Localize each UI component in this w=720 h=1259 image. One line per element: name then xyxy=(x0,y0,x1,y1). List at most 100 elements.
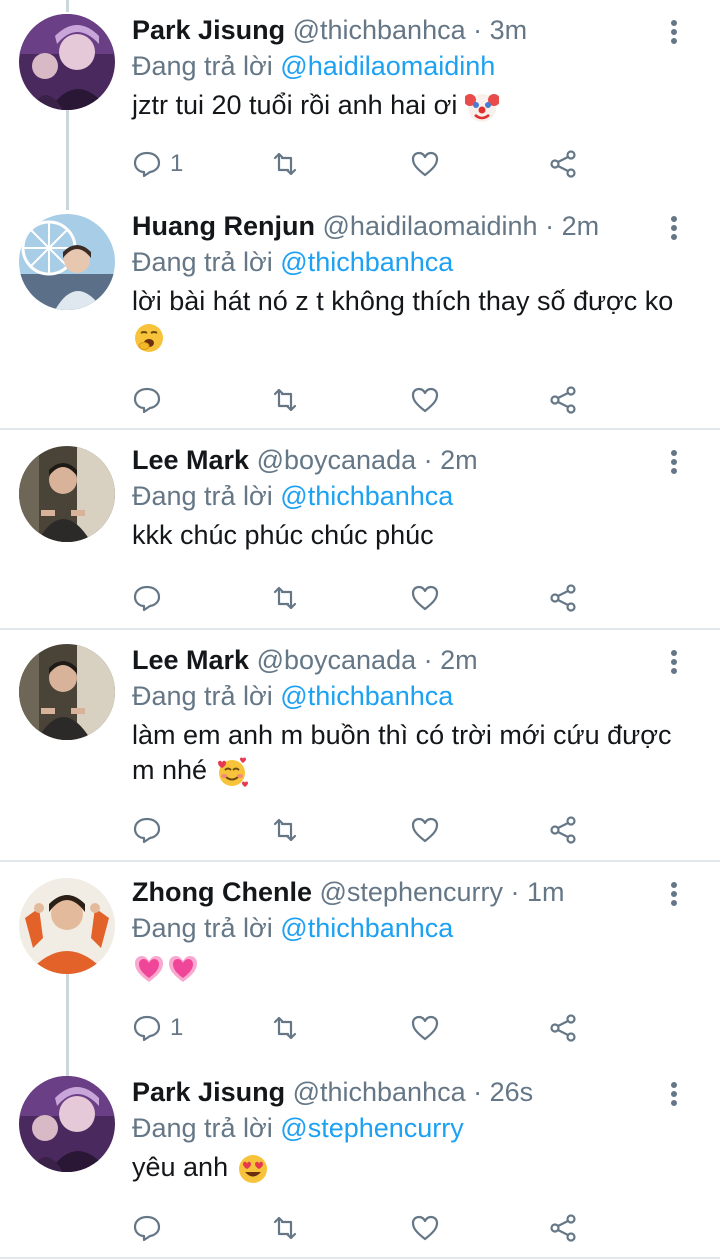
share-button[interactable] xyxy=(548,382,578,418)
tweet-header: Zhong Chenle @stephencurry · 1m xyxy=(132,874,565,910)
display-name[interactable]: Lee Mark xyxy=(132,445,249,475)
tweet-text: kkk chúc phúc chúc phúc xyxy=(132,518,692,553)
separator-dot: · xyxy=(423,645,433,675)
retweet-button[interactable] xyxy=(270,1210,300,1246)
purple-portrait-avatar-icon xyxy=(19,1076,115,1172)
timestamp[interactable]: 1m xyxy=(527,877,565,907)
growing-heart-icon xyxy=(135,955,163,982)
tweet-actions xyxy=(132,382,592,418)
share-icon xyxy=(550,1014,576,1042)
display-name[interactable]: Huang Renjun xyxy=(132,211,315,241)
tweet[interactable]: Park Jisung @thichbanhca · 26s Đang trả … xyxy=(0,1062,720,1259)
share-button[interactable] xyxy=(548,1010,578,1046)
reply-button[interactable]: 1 xyxy=(132,146,183,182)
replying-to-link[interactable]: @stephencurry xyxy=(280,1113,464,1143)
avatar[interactable] xyxy=(19,446,115,542)
reply-icon xyxy=(133,387,161,414)
retweet-icon xyxy=(273,586,297,610)
display-name[interactable]: Park Jisung xyxy=(132,1077,285,1107)
retweet-icon xyxy=(273,1216,297,1240)
purple-portrait-avatar-icon xyxy=(19,14,115,110)
reply-icon xyxy=(133,585,161,612)
retweet-button[interactable] xyxy=(270,382,300,418)
heart-icon xyxy=(411,151,439,177)
replying-to-link[interactable]: @thichbanhca xyxy=(280,247,453,277)
like-button[interactable] xyxy=(410,1210,440,1246)
share-button[interactable] xyxy=(548,580,578,616)
more-options-icon[interactable] xyxy=(668,882,680,910)
like-button[interactable] xyxy=(410,1010,440,1046)
orange-sweater-portrait-avatar-icon xyxy=(19,878,115,974)
display-name[interactable]: Lee Mark xyxy=(132,645,249,675)
timestamp[interactable]: 2m xyxy=(440,645,478,675)
ferris-wheel-portrait-avatar-icon xyxy=(19,214,115,310)
tweet[interactable]: Huang Renjun @haidilaomaidinh · 2m Đang … xyxy=(0,196,720,430)
retweet-icon xyxy=(273,818,297,842)
tweet-text-content: làm em anh m buồn thì có trời mới cứu đư… xyxy=(132,720,672,785)
like-button[interactable] xyxy=(410,580,440,616)
clown-face-icon xyxy=(464,93,499,122)
more-options-icon[interactable] xyxy=(668,216,680,244)
like-button[interactable] xyxy=(410,146,440,182)
tweet[interactable]: Zhong Chenle @stephencurry · 1m Đang trả… xyxy=(0,862,720,1062)
display-name[interactable]: Park Jisung xyxy=(132,15,285,45)
reply-icon xyxy=(133,151,161,178)
share-button[interactable] xyxy=(548,812,578,848)
tweet[interactable]: Lee Mark @boycanada · 2m Đang trả lời @t… xyxy=(0,630,720,862)
replying-to-link[interactable]: @thichbanhca xyxy=(280,681,453,711)
heart-icon xyxy=(411,1015,439,1041)
growing-heart-icon xyxy=(169,955,197,982)
reply-button[interactable] xyxy=(132,580,170,616)
reply-count: 1 xyxy=(170,1014,184,1041)
retweet-button[interactable] xyxy=(270,812,300,848)
more-options-icon[interactable] xyxy=(668,450,680,478)
user-handle[interactable]: @boycanada xyxy=(257,645,417,675)
retweet-button[interactable] xyxy=(270,146,300,182)
replying-to: Đang trả lời @thichbanhca xyxy=(132,678,453,714)
user-handle[interactable]: @thichbanhca xyxy=(293,15,466,45)
reply-icon xyxy=(133,1015,161,1042)
share-icon xyxy=(550,150,576,178)
share-button[interactable] xyxy=(548,146,578,182)
tweet[interactable]: Lee Mark @boycanada · 2m Đang trả lời @t… xyxy=(0,430,720,630)
avatar[interactable] xyxy=(19,644,115,740)
timestamp[interactable]: 2m xyxy=(440,445,478,475)
more-options-icon[interactable] xyxy=(668,20,680,48)
heart-icon xyxy=(411,1215,439,1241)
retweet-button[interactable] xyxy=(270,1010,300,1046)
reply-button[interactable]: 1 xyxy=(132,1010,183,1046)
user-handle[interactable]: @boycanada xyxy=(257,445,417,475)
heart-icon xyxy=(411,585,439,611)
replying-to-label: Đang trả lời xyxy=(132,51,273,81)
timestamp[interactable]: 2m xyxy=(562,211,600,241)
more-options-icon[interactable] xyxy=(668,650,680,678)
reply-button[interactable] xyxy=(132,1210,170,1246)
user-handle[interactable]: @haidilaomaidinh xyxy=(323,211,538,241)
retweet-button[interactable] xyxy=(270,580,300,616)
timestamp[interactable]: 3m xyxy=(490,15,528,45)
display-name[interactable]: Zhong Chenle xyxy=(132,877,312,907)
replying-to-link[interactable]: @thichbanhca xyxy=(280,481,453,511)
heart-icon xyxy=(411,387,439,413)
yawning-face-icon xyxy=(135,323,163,352)
avatar[interactable] xyxy=(19,14,115,110)
smiling-face-with-hearts-icon xyxy=(217,757,248,787)
avatar[interactable] xyxy=(19,214,115,310)
more-options-icon[interactable] xyxy=(668,1082,680,1110)
heart-eyes-icon xyxy=(238,1154,267,1183)
replying-to-link[interactable]: @thichbanhca xyxy=(280,913,453,943)
like-button[interactable] xyxy=(410,382,440,418)
tweet-actions xyxy=(132,1210,592,1246)
reply-button[interactable] xyxy=(132,382,170,418)
share-button[interactable] xyxy=(548,1210,578,1246)
timestamp[interactable]: 26s xyxy=(490,1077,534,1107)
replying-to-link[interactable]: @haidilaomaidinh xyxy=(280,51,495,81)
tweet[interactable]: Park Jisung @thichbanhca · 3m Đang trả l… xyxy=(0,0,720,196)
user-handle[interactable]: @stephencurry xyxy=(320,877,504,907)
reply-button[interactable] xyxy=(132,812,170,848)
like-button[interactable] xyxy=(410,812,440,848)
avatar[interactable] xyxy=(19,1076,115,1172)
tweet-text-content: lời bài hát nó z t không thích thay số đ… xyxy=(132,286,674,316)
avatar[interactable] xyxy=(19,878,115,974)
user-handle[interactable]: @thichbanhca xyxy=(293,1077,466,1107)
